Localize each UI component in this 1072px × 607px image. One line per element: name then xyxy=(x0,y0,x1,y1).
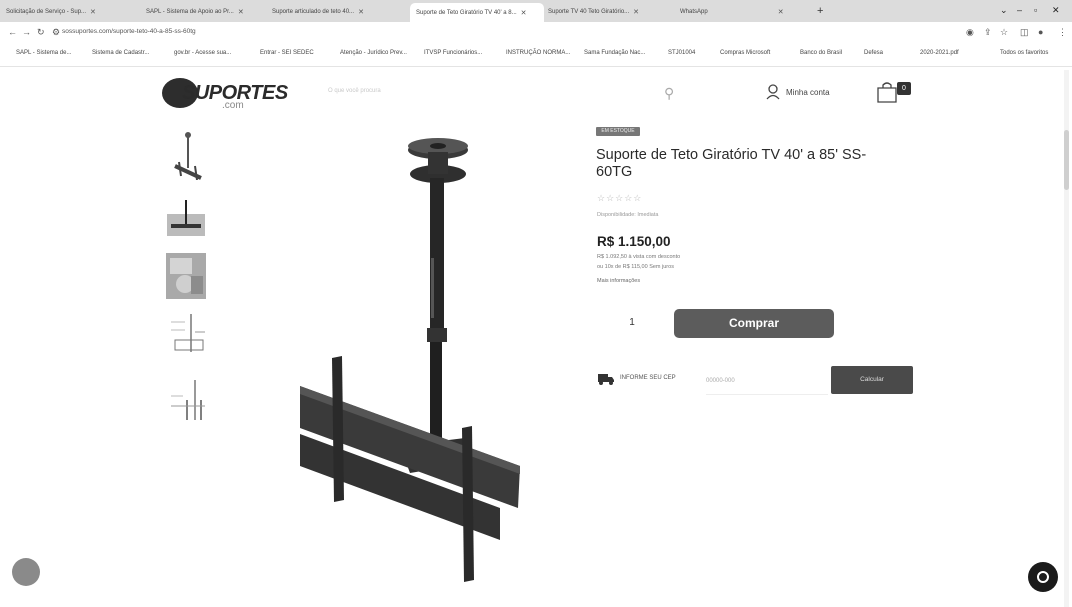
site-logo[interactable]: SUPORTES .com xyxy=(162,78,288,112)
share-icon[interactable]: ⇪ xyxy=(984,27,992,38)
forward-icon[interactable]: → xyxy=(22,27,31,37)
close-icon[interactable]: ✕ xyxy=(90,8,96,16)
chevron-down-icon[interactable]: ⌄ xyxy=(1000,5,1008,16)
product-thumbnail[interactable] xyxy=(165,252,207,300)
stock-badge: EM ESTOQUE xyxy=(596,127,640,136)
star-icon[interactable]: ☆ xyxy=(1000,27,1008,38)
browser-tab[interactable]: Suporte TV 40 Teto Giratório... ✕ xyxy=(548,4,670,20)
close-icon[interactable]: ✕ xyxy=(238,8,244,16)
bookmark-item[interactable]: gov.br - Acesse sua... xyxy=(174,50,231,56)
close-icon[interactable]: ✕ xyxy=(778,8,784,16)
price-cash: R$ 1.092,50 à vista com desconto xyxy=(597,254,681,260)
close-icon[interactable]: ✕ xyxy=(633,8,639,16)
menu-kebab-icon[interactable]: ⋮ xyxy=(1058,27,1067,38)
maximize-icon[interactable]: ▫ xyxy=(1034,5,1037,15)
browser-tab[interactable]: WhatsApp ✕ xyxy=(680,4,808,20)
bookmark-item[interactable]: Entrar - SEI SEDEC xyxy=(260,50,314,56)
profile-avatar-icon[interactable]: ● xyxy=(1038,27,1043,37)
availability-text: Disponibilidade: Imediata xyxy=(597,212,659,218)
bookmark-item[interactable]: 2020-2021.pdf xyxy=(920,50,959,56)
cep-input[interactable]: 00000-000 xyxy=(706,368,828,395)
bookmark-item[interactable]: ITVSP Funcionários... xyxy=(424,50,482,56)
site-info-icon[interactable]: ⚙ xyxy=(52,27,60,38)
quantity-input[interactable]: 1 xyxy=(622,317,642,328)
close-icon[interactable]: ✕ xyxy=(358,8,364,16)
cart-icon[interactable] xyxy=(875,80,899,104)
search-icon[interactable]: ⚲ xyxy=(664,85,674,102)
bookmark-item[interactable]: Todos os favoritos xyxy=(1000,50,1048,56)
logo-sub: .com xyxy=(222,100,244,111)
sidepanel-icon[interactable]: ◫ xyxy=(1020,27,1029,38)
bookmark-item[interactable]: STJ01004 xyxy=(668,50,695,56)
product-price: R$ 1.150,00 xyxy=(597,234,671,249)
browser-tab[interactable]: Solicitação de Serviço - Sup... ✕ xyxy=(6,4,134,20)
cart-count-badge: 0 xyxy=(897,82,911,95)
bookmark-item[interactable]: Compras Microsoft xyxy=(720,50,770,56)
product-thumbnail[interactable] xyxy=(165,376,207,424)
product-main-image[interactable] xyxy=(290,128,530,598)
close-icon[interactable]: ✕ xyxy=(521,9,527,17)
product-title: Suporte de Teto Giratório TV 40' a 85' S… xyxy=(596,147,867,180)
bookmark-item[interactable]: Banco do Brasil xyxy=(800,50,842,56)
tab-label: WhatsApp xyxy=(680,9,708,15)
bookmark-item[interactable]: Atenção - Jurídico Prev... xyxy=(340,50,407,56)
browser-tab[interactable]: SAPL - Sistema de Apoio ao Pr... ✕ xyxy=(146,4,264,20)
browser-tab-active[interactable]: Suporte de Teto Giratório TV 40' a 8... ✕ xyxy=(410,3,544,22)
price-installments: ou 10x de R$ 115,00 Sem juros xyxy=(597,264,674,270)
close-window-icon[interactable]: ✕ xyxy=(1052,5,1060,16)
tab-label: Suporte de Teto Giratório TV 40' a 8... xyxy=(416,9,517,16)
tab-label: Suporte TV 40 Teto Giratório... xyxy=(548,9,630,15)
more-info-link[interactable]: Mais informações xyxy=(597,278,640,284)
cep-label: INFORME SEU CEP xyxy=(620,375,676,381)
search-input[interactable]: O que você procura xyxy=(328,88,381,94)
browser-tab[interactable]: Suporte articulado de teto 40... ✕ xyxy=(272,4,400,20)
tab-label: SAPL - Sistema de Apoio ao Pr... xyxy=(146,9,234,15)
truck-icon xyxy=(598,374,614,385)
bookmark-item[interactable]: SAPL - Sistema de... xyxy=(16,50,71,56)
tab-label: Solicitação de Serviço - Sup... xyxy=(6,9,87,15)
product-thumbnail[interactable] xyxy=(165,312,207,360)
tab-label: Suporte articulado de teto 40... xyxy=(272,9,355,15)
back-icon[interactable]: ← xyxy=(8,27,17,37)
account-link[interactable]: Minha conta xyxy=(786,88,830,97)
bookmark-item[interactable]: Defesa xyxy=(864,50,883,56)
bookmark-item[interactable]: INSTRUÇÃO NORMA... xyxy=(506,50,570,56)
calculate-shipping-button[interactable]: Calcular xyxy=(831,366,913,394)
bookmark-item[interactable]: Sama Fundação Nac... xyxy=(584,50,645,56)
rating-stars[interactable]: ☆☆☆☆☆ xyxy=(597,193,642,204)
reload-icon[interactable]: ↻ xyxy=(37,27,45,38)
buy-button[interactable]: Comprar xyxy=(674,309,834,338)
new-tab-icon[interactable]: + xyxy=(817,5,823,17)
product-thumbnail[interactable] xyxy=(165,132,207,180)
accessibility-widget-icon[interactable] xyxy=(12,558,40,586)
product-thumbnail[interactable] xyxy=(165,196,207,244)
chat-widget-icon[interactable] xyxy=(1028,562,1058,592)
user-icon[interactable] xyxy=(766,84,780,100)
bookmark-item[interactable]: Sistema de Cadastr... xyxy=(92,50,149,56)
minimize-icon[interactable]: – xyxy=(1017,5,1022,15)
url-field[interactable]: sossuportes.com/suporte-teto-40-a-85-ss-… xyxy=(62,28,196,35)
eye-icon[interactable]: ◉ xyxy=(966,27,974,38)
scrollbar-thumb[interactable] xyxy=(1064,130,1069,190)
browser-tab-bar: Solicitação de Serviço - Sup... ✕ SAPL - … xyxy=(0,0,1072,22)
